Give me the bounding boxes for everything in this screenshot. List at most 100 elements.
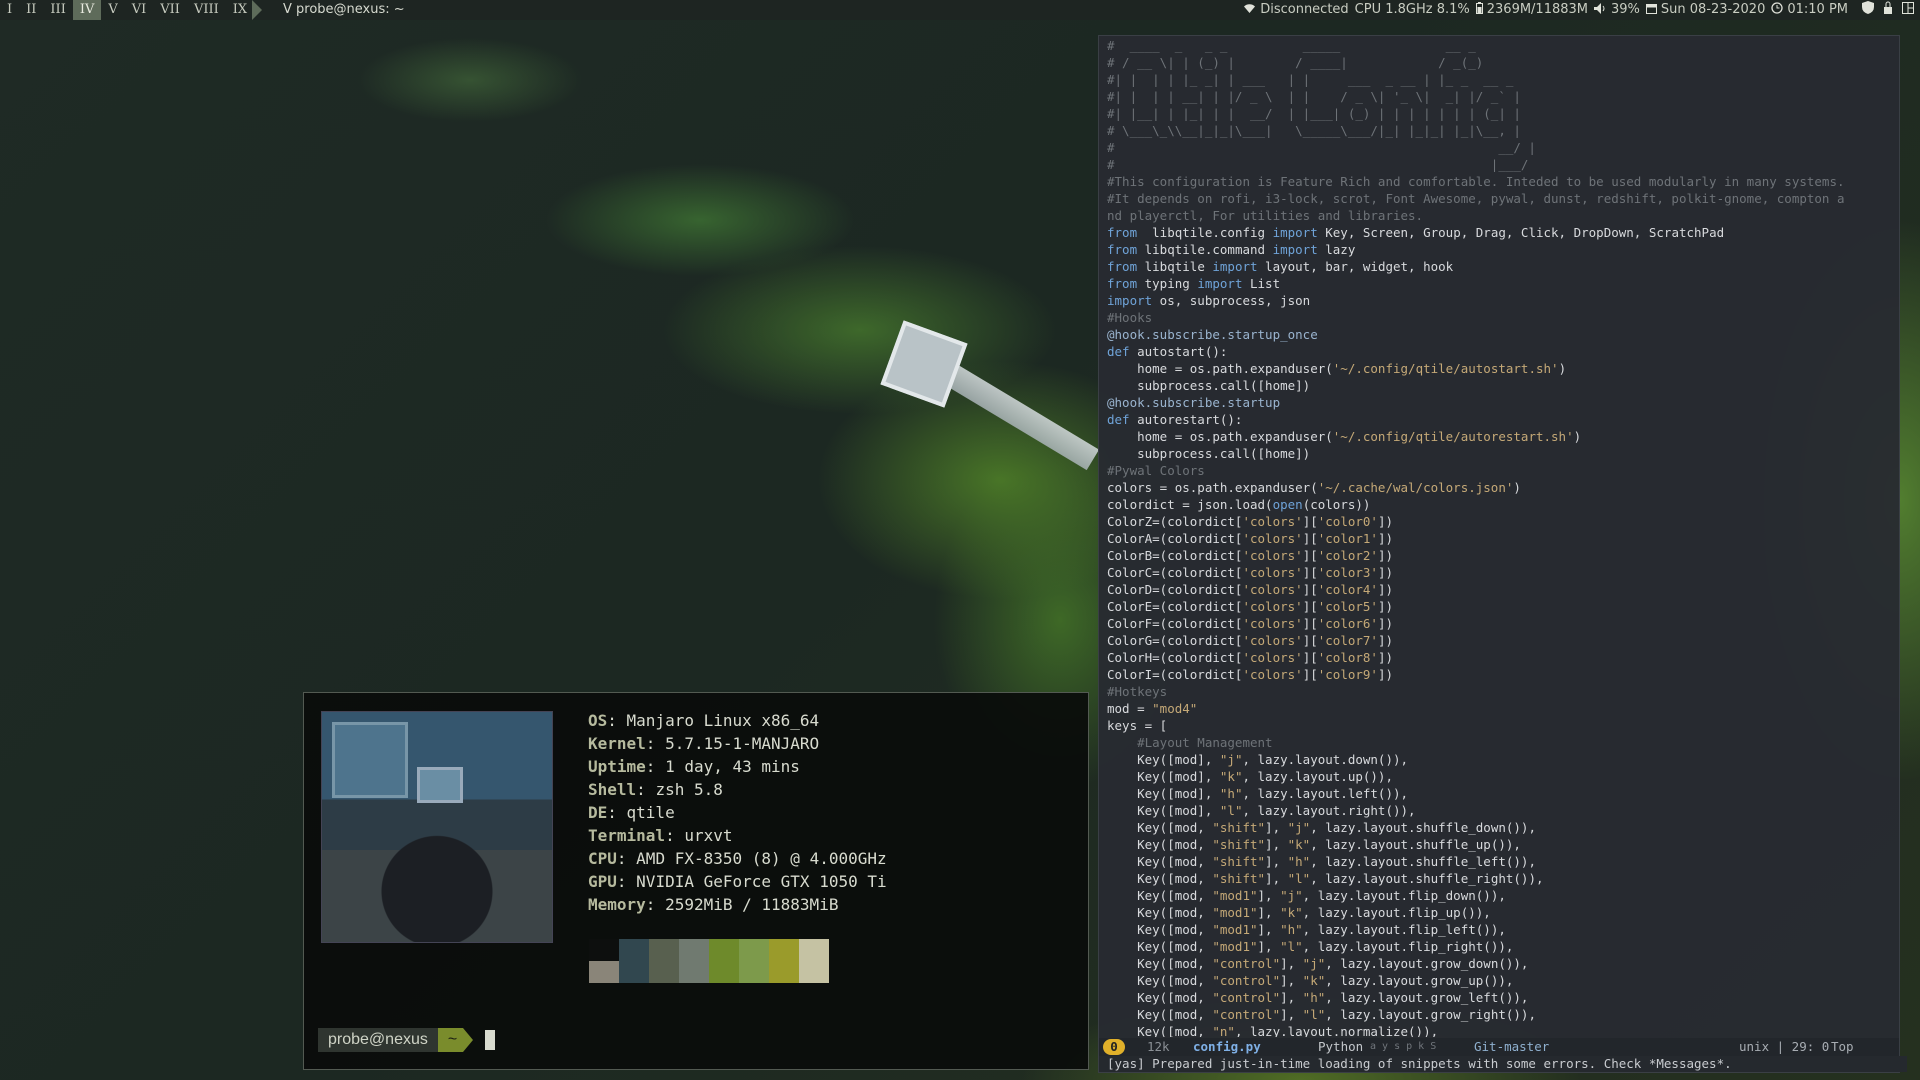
code-line[interactable]: #| | | | __| | |/ _ \ | | / _ \| '_ \| _… bbox=[1107, 88, 1897, 105]
terminal-window[interactable]: OS: Manjaro Linux x86_64 Kernel: 5.7.15-1… bbox=[303, 692, 1089, 1070]
code-line[interactable]: ColorF=(colordict['colors']['color6']) bbox=[1107, 615, 1897, 632]
code-line[interactable]: Key([mod], "k", lazy.layout.up()), bbox=[1107, 768, 1897, 785]
code-line[interactable]: keys = [ bbox=[1107, 717, 1897, 734]
code-line[interactable]: # \___\_\\__|_|_|\___| \_____\___/|_| |_… bbox=[1107, 122, 1897, 139]
buffer-position: Top bbox=[1831, 1039, 1854, 1054]
code-string: 'colors' bbox=[1242, 565, 1303, 580]
code-line[interactable]: Key([mod, "mod1"], "k", lazy.layout.flip… bbox=[1107, 904, 1897, 921]
code-line[interactable]: colors = os.path.expanduser('~/.cache/wa… bbox=[1107, 479, 1897, 496]
volume-level: 39% bbox=[1611, 2, 1640, 17]
shell-prompt[interactable]: probe@nexus ~ bbox=[318, 1028, 496, 1052]
info-separator: : bbox=[645, 895, 666, 914]
code-buffer[interactable]: # ____ _ _ _ _____ __ _ # / __ \| | (_) |… bbox=[1107, 37, 1897, 1037]
code-line[interactable]: ColorA=(colordict['colors']['color1']) bbox=[1107, 530, 1897, 547]
code-line[interactable]: Key([mod], "j", lazy.layout.down()), bbox=[1107, 751, 1897, 768]
code-string: 'colors' bbox=[1242, 514, 1303, 529]
code-line[interactable]: Key([mod, "mod1"], "l", lazy.layout.flip… bbox=[1107, 938, 1897, 955]
code-line[interactable]: subprocess.call([home]) bbox=[1107, 445, 1897, 462]
code-line[interactable]: # / __ \| | (_) | / ____| / _(_) bbox=[1107, 54, 1897, 71]
code-line[interactable]: from libqtile.command import lazy bbox=[1107, 241, 1897, 258]
code-line[interactable]: Key([mod], "l", lazy.layout.right()), bbox=[1107, 802, 1897, 819]
network-widget[interactable]: Disconnected bbox=[1243, 0, 1349, 20]
code-line[interactable]: Key([mod, "control"], "l", lazy.layout.g… bbox=[1107, 1006, 1897, 1023]
layout-icon[interactable] bbox=[1902, 0, 1914, 20]
code-text: ], bbox=[1257, 888, 1281, 903]
date-widget[interactable]: Sun 08-23-2020 bbox=[1645, 0, 1765, 20]
minor-modes[interactable]: a y s p k S bbox=[1370, 1038, 1436, 1056]
code-line[interactable]: ColorZ=(colordict['colors']['color0']) bbox=[1107, 513, 1897, 530]
volume-widget[interactable]: 39% bbox=[1594, 0, 1640, 20]
buffer-filename[interactable]: config.py bbox=[1193, 1038, 1261, 1056]
code-line[interactable]: #Hooks bbox=[1107, 309, 1897, 326]
code-line[interactable]: #Pywal Colors bbox=[1107, 462, 1897, 479]
code-line[interactable]: #| |__| | |_| | | __/ | |___| (_) | | | … bbox=[1107, 105, 1897, 122]
emacs-window[interactable]: # ____ _ _ _ _____ __ _ # / __ \| | (_) |… bbox=[1098, 35, 1907, 1073]
code-line[interactable]: @hook.subscribe.startup_once bbox=[1107, 326, 1897, 343]
code-line[interactable]: #Layout Management bbox=[1107, 734, 1897, 751]
group-iii[interactable]: III bbox=[43, 0, 72, 20]
code-line[interactable]: from typing import List bbox=[1107, 275, 1897, 292]
code-line[interactable]: #Hotkeys bbox=[1107, 683, 1897, 700]
code-line[interactable]: ColorE=(colordict['colors']['color5']) bbox=[1107, 598, 1897, 615]
code-text: colordict = json.load( bbox=[1107, 497, 1273, 512]
code-line[interactable]: from libqtile import layout, bar, widget… bbox=[1107, 258, 1897, 275]
code-line[interactable]: ColorD=(colordict['colors']['color4']) bbox=[1107, 581, 1897, 598]
group-ix[interactable]: IX bbox=[226, 0, 254, 20]
clock-widget[interactable]: 01:10 PM bbox=[1771, 0, 1848, 20]
code-line[interactable]: #It depends on rofi, i3-lock, scrot, Fon… bbox=[1107, 190, 1897, 207]
code-line[interactable]: Key([mod, "shift"], "j", lazy.layout.shu… bbox=[1107, 819, 1897, 836]
code-line[interactable]: import os, subprocess, json bbox=[1107, 292, 1897, 309]
code-line[interactable]: Key([mod, "shift"], "h", lazy.layout.shu… bbox=[1107, 853, 1897, 870]
code-string: 'color9' bbox=[1317, 667, 1378, 682]
code-line[interactable]: def autorestart(): bbox=[1107, 411, 1897, 428]
code-string: "l" bbox=[1219, 803, 1243, 818]
code-line[interactable]: Key([mod, "control"], "k", lazy.layout.g… bbox=[1107, 972, 1897, 989]
lock-icon[interactable] bbox=[1884, 0, 1892, 20]
code-line[interactable]: Key([mod, "mod1"], "j", lazy.layout.flip… bbox=[1107, 887, 1897, 904]
git-branch[interactable]: Git-master bbox=[1474, 1038, 1549, 1056]
group-v[interactable]: V bbox=[101, 0, 124, 20]
code-line[interactable]: ColorB=(colordict['colors']['color2']) bbox=[1107, 547, 1897, 564]
code-line[interactable]: #This configuration is Feature Rich and … bbox=[1107, 173, 1897, 190]
code-line[interactable]: nd playerctl, For utilities and librarie… bbox=[1107, 207, 1897, 224]
code-line[interactable]: home = os.path.expanduser('~/.config/qti… bbox=[1107, 428, 1897, 445]
code-line[interactable]: # |___/ bbox=[1107, 156, 1897, 173]
code-text: , lazy.layout.shuffle_right()), bbox=[1310, 871, 1544, 886]
code-text: ) bbox=[1558, 361, 1567, 376]
code-line[interactable]: ColorI=(colordict['colors']['color9']) bbox=[1107, 666, 1897, 683]
code-line[interactable]: Key([mod, "n", lazy.layout.normalize()), bbox=[1107, 1023, 1897, 1037]
code-line[interactable]: Key([mod, "control"], "h", lazy.layout.g… bbox=[1107, 989, 1897, 1006]
code-line[interactable]: Key([mod, "control"], "j", lazy.layout.g… bbox=[1107, 955, 1897, 972]
code-line[interactable]: subprocess.call([home]) bbox=[1107, 377, 1897, 394]
code-comment: #| | | | __| | |/ _ \ | | / _ \| '_ \| _… bbox=[1107, 89, 1521, 104]
code-line[interactable]: ColorG=(colordict['colors']['color7']) bbox=[1107, 632, 1897, 649]
code-line[interactable]: #| | | | |_ _| | ___ | | ___ _ __ | |_ _… bbox=[1107, 71, 1897, 88]
group-iv[interactable]: IV bbox=[72, 0, 102, 20]
code-line[interactable]: colordict = json.load(open(colors)) bbox=[1107, 496, 1897, 513]
code-line[interactable]: # __/ | bbox=[1107, 139, 1897, 156]
code-line[interactable]: Key([mod], "h", lazy.layout.left()), bbox=[1107, 785, 1897, 802]
code-keyword: import bbox=[1272, 225, 1318, 240]
code-line[interactable]: from libqtile.config import Key, Screen,… bbox=[1107, 224, 1897, 241]
code-line[interactable]: Key([mod, "mod1"], "h", lazy.layout.flip… bbox=[1107, 921, 1897, 938]
code-line[interactable]: home = os.path.expanduser('~/.config/qti… bbox=[1107, 360, 1897, 377]
code-line[interactable]: Key([mod, "shift"], "k", lazy.layout.shu… bbox=[1107, 836, 1897, 853]
code-line[interactable]: mod = "mod4" bbox=[1107, 700, 1897, 717]
info-separator: : bbox=[645, 757, 666, 776]
code-line[interactable]: Key([mod, "shift"], "l", lazy.layout.shu… bbox=[1107, 870, 1897, 887]
code-line[interactable]: @hook.subscribe.startup bbox=[1107, 394, 1897, 411]
group-viii[interactable]: VIII bbox=[187, 0, 226, 20]
code-line[interactable]: def autostart(): bbox=[1107, 343, 1897, 360]
shield-icon[interactable] bbox=[1862, 0, 1874, 20]
group-vi[interactable]: VI bbox=[125, 0, 154, 20]
major-mode[interactable]: Python bbox=[1318, 1038, 1363, 1056]
group-i[interactable]: I bbox=[0, 0, 19, 20]
group-vii[interactable]: VII bbox=[153, 0, 187, 20]
code-line[interactable]: ColorH=(colordict['colors']['color8']) bbox=[1107, 649, 1897, 666]
code-line[interactable]: # ____ _ _ _ _____ __ _ bbox=[1107, 37, 1897, 54]
group-ii[interactable]: II bbox=[19, 0, 43, 20]
palette-swatch bbox=[769, 961, 799, 983]
code-line[interactable]: ColorC=(colordict['colors']['color3']) bbox=[1107, 564, 1897, 581]
code-text: ColorI=(colordict[ bbox=[1107, 667, 1243, 682]
code-string: '~/.config/qtile/autorestart.sh' bbox=[1332, 429, 1574, 444]
